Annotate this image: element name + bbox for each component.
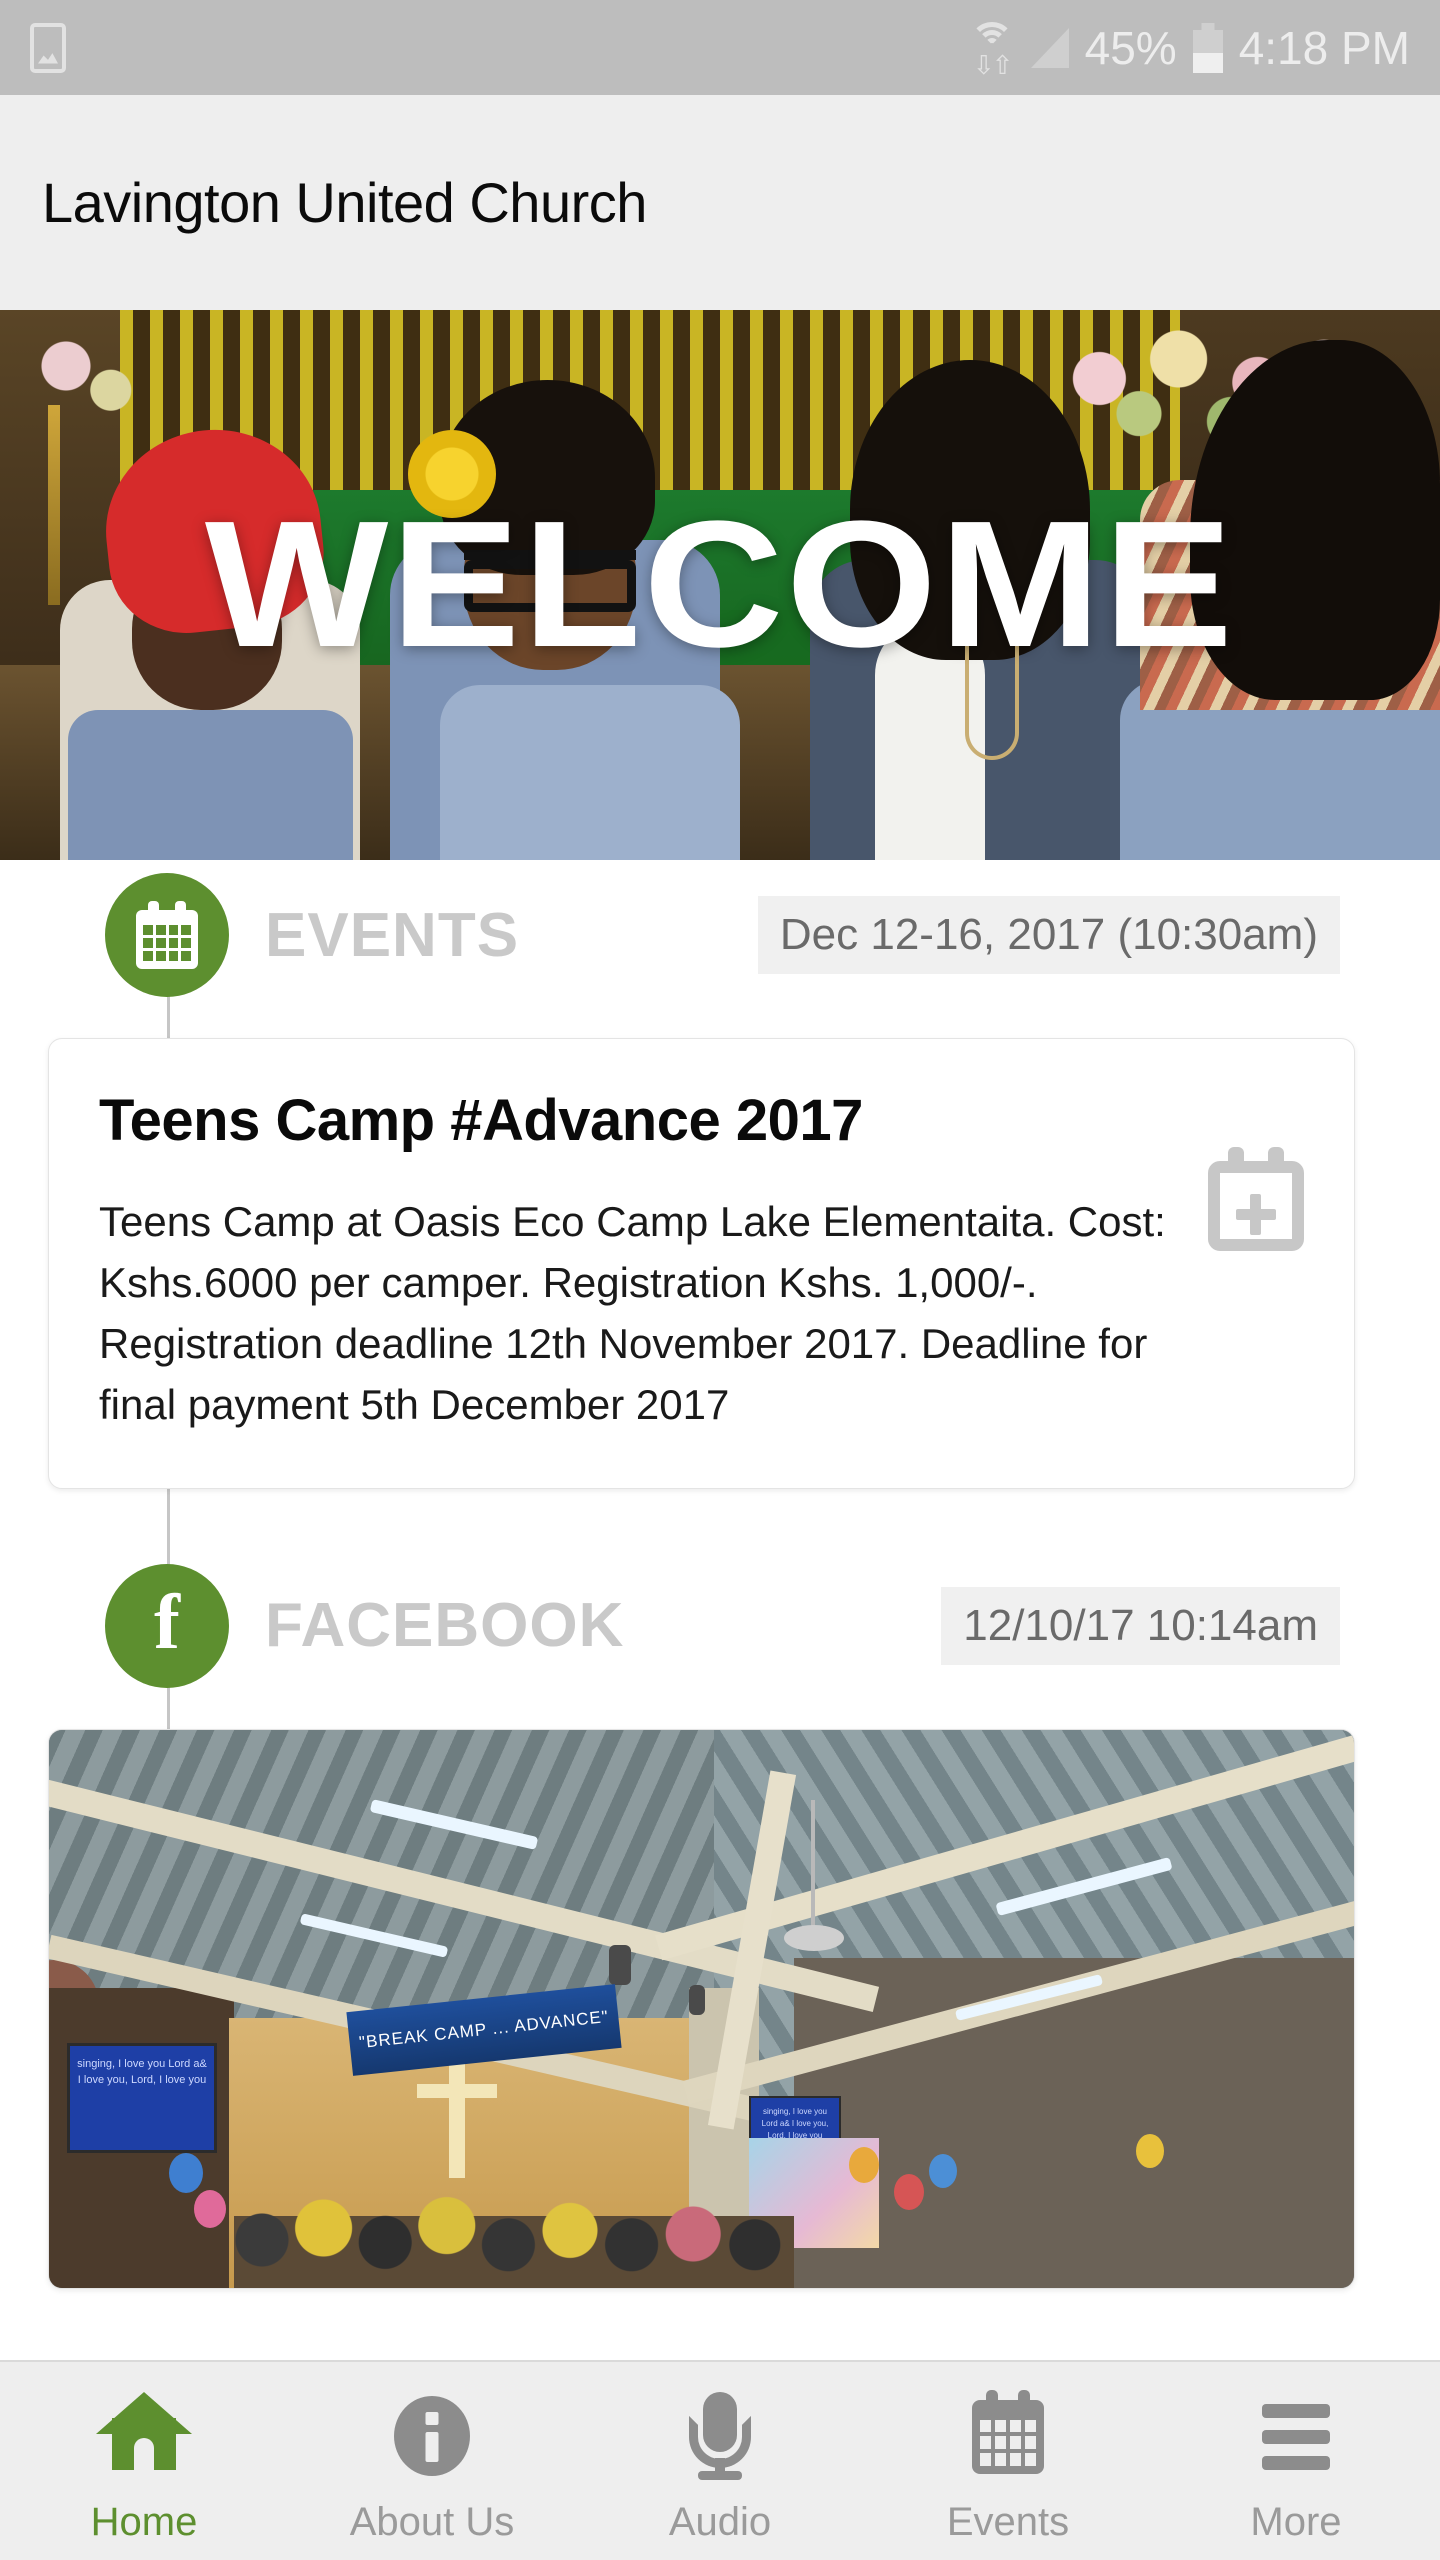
feed-section-events: EVENTS Dec 12-16, 2017 (10:30am) Teens C… [0,860,1440,1489]
event-description: Teens Camp at Oasis Eco Camp Lake Elemen… [99,1198,1166,1428]
projection-screen-left: singing, I love you Lord a& I love you, … [67,2042,217,2153]
facebook-f-glyph: f [154,1577,180,1665]
status-bar: ⇩⇧ 45% 4:18 PM [0,0,1440,95]
status-bar-right: ⇩⇧ 45% 4:18 PM [969,21,1410,78]
hero-banner[interactable]: WELCOME [0,310,1440,860]
feed: EVENTS Dec 12-16, 2017 (10:30am) Teens C… [0,860,1440,2289]
event-card-body: Teens Camp #Advance 2017 Teens Camp at O… [99,1087,1178,1436]
section-date-facebook: 12/10/17 10:14am [941,1586,1340,1665]
nav-item-more[interactable]: More [1152,2362,1440,2560]
status-bar-left [30,22,66,73]
screenshot-icon [30,22,66,73]
app-header: Lavington United Church [0,95,1440,310]
hamburger-menu-icon [1248,2390,1344,2482]
nav-item-home[interactable]: Home [0,2362,288,2560]
flower-arrangement-left [10,322,150,432]
bottom-navigation: Home About Us Audio Events More [0,2360,1440,2560]
app-root: ⇩⇧ 45% 4:18 PM Lavington United Church W… [0,0,1440,2560]
section-header-facebook: f FACEBOOK 12/10/17 10:14am [0,1551,1440,1701]
section-title-events: EVENTS [265,900,520,970]
calendar-icon [105,873,229,997]
wifi-icon: ⇩⇧ [969,21,1015,78]
add-to-calendar-button[interactable] [1208,1147,1304,1251]
nav-label-about-us: About Us [349,2499,515,2544]
event-card[interactable]: Teens Camp #Advance 2017 Teens Camp at O… [48,1038,1355,1489]
facebook-icon: f [105,1563,229,1688]
nav-label-home: Home [90,2499,198,2544]
nav-label-audio: Audio [668,2499,772,2544]
nav-label-more: More [1250,2499,1342,2544]
battery-icon [1192,22,1223,73]
nav-item-events[interactable]: Events [864,2362,1152,2560]
microphone-icon [672,2390,768,2482]
info-icon [384,2390,480,2482]
facebook-post-photo[interactable]: "BREAK CAMP ... ADVANCE" singing, I love… [48,1728,1355,2289]
home-icon [96,2390,192,2482]
cellular-signal-icon [1030,27,1069,68]
page-title: Lavington United Church [42,171,647,234]
section-header-events: EVENTS Dec 12-16, 2017 (10:30am) [0,860,1440,1010]
nav-label-events: Events [946,2499,1070,2544]
battery-percent: 45% [1084,21,1177,74]
section-title-facebook: FACEBOOK [265,1591,625,1661]
clock: 4:18 PM [1238,21,1410,74]
hero-overlay-title: WELCOME [204,484,1236,685]
feed-section-facebook: f FACEBOOK 12/10/17 10:14am "BREAK CAMP … [0,1488,1440,2289]
section-date-events: Dec 12-16, 2017 (10:30am) [757,896,1340,974]
calendar-icon [960,2389,1056,2482]
nav-item-about-us[interactable]: About Us [288,2362,576,2560]
add-to-calendar-icon [1208,1147,1304,1251]
nav-item-audio[interactable]: Audio [576,2362,864,2560]
event-title: Teens Camp #Advance 2017 [99,1088,863,1153]
